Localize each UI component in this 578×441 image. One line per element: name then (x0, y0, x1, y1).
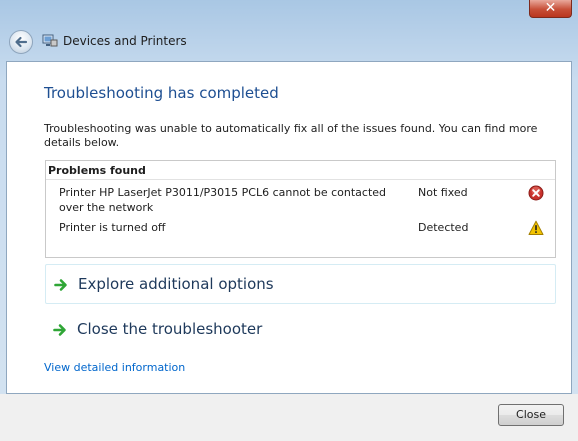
back-arrow-icon (15, 36, 28, 48)
devices-printers-icon (42, 34, 58, 47)
problem-description: Printer is turned off (59, 221, 166, 234)
green-arrow-icon (53, 324, 66, 336)
divider (46, 179, 555, 180)
problems-found-panel: Problems found Printer HP LaserJet P3011… (45, 160, 556, 258)
window-close-button[interactable]: ✕ (529, 0, 572, 18)
close-button[interactable]: Close (498, 404, 564, 426)
explore-options-link[interactable]: Explore additional options (45, 264, 556, 304)
warning-icon (528, 220, 544, 235)
back-button[interactable] (9, 30, 33, 54)
problem-status: Not fixed (418, 186, 468, 199)
option-label: Explore additional options (78, 275, 274, 293)
result-description: Troubleshooting was unable to automatica… (44, 122, 538, 149)
error-icon (528, 185, 544, 201)
breadcrumb-title: Devices and Printers (63, 34, 187, 48)
problem-status: Detected (418, 221, 469, 234)
option-label: Close the troubleshooter (77, 320, 263, 338)
problems-header: Problems found (48, 164, 146, 177)
window-titlebar: ✕ (0, 0, 578, 26)
problem-row: Printer HP LaserJet P3011/P3015 PCL6 can… (46, 185, 555, 217)
problem-description: Printer HP LaserJet P3011/P3015 PCL6 can… (59, 186, 387, 214)
problem-row: Printer is turned off Detected (46, 220, 555, 236)
green-arrow-icon (54, 279, 67, 291)
troubleshooter-window: ✕ Devices and Printers Troubleshooting h… (0, 0, 578, 441)
close-icon: ✕ (544, 0, 557, 16)
close-troubleshooter-link[interactable]: Close the troubleshooter (45, 310, 556, 350)
dialog-footer: Close (0, 394, 578, 441)
view-detailed-information-link[interactable]: View detailed information (44, 361, 185, 374)
page-title: Troubleshooting has completed (44, 84, 279, 102)
navigation-bar: Devices and Printers (0, 26, 578, 60)
content-panel: Troubleshooting has completed Troublesho… (6, 61, 572, 394)
